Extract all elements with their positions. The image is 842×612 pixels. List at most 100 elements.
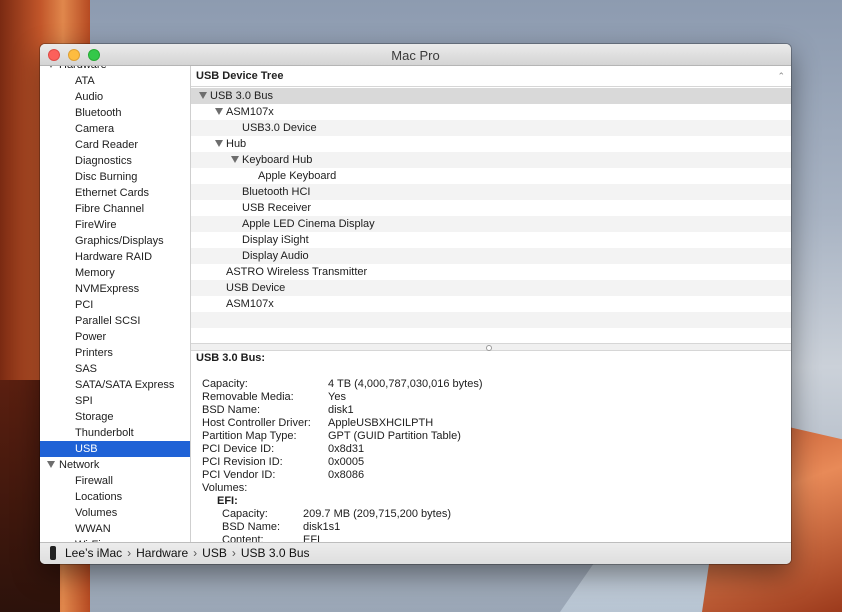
- tree-row-label: Hub: [226, 138, 247, 150]
- tree-row[interactable]: Hub: [191, 136, 791, 152]
- tree-row[interactable]: Keyboard Hub: [191, 152, 791, 168]
- tree-row[interactable]: ASM107x: [191, 296, 791, 312]
- efi-field: Capacity: 209.7 MB (209,715,200 bytes): [222, 508, 622, 521]
- sidebar-item[interactable]: Ethernet Cards: [40, 185, 190, 201]
- status-bar: Lee’s iMac › Hardware › USB › USB 3.0 Bus: [40, 542, 791, 564]
- sidebar-item[interactable]: PCI: [40, 297, 190, 313]
- sidebar-item[interactable]: SAS: [40, 361, 190, 377]
- sidebar-item-label: Ethernet Cards: [75, 187, 149, 199]
- detail-key: Removable Media:: [202, 391, 294, 403]
- tree-rows: USB 3.0 Bus ASM107x USB3.0 Device Hub Keyboa…: [191, 88, 791, 344]
- detail-field: PCI Device ID: 0x8d31: [202, 443, 722, 456]
- efi-field: BSD Name: disk1s1: [222, 521, 622, 534]
- window-title: Mac Pro: [391, 48, 440, 63]
- sidebar-item[interactable]: Bluetooth: [40, 105, 190, 121]
- breadcrumb-item[interactable]: Lee’s iMac: [65, 546, 122, 560]
- breadcrumb-separator-icon: ›: [193, 546, 198, 560]
- sidebar-item[interactable]: Locations: [40, 489, 190, 505]
- sidebar-item-label: Storage: [75, 411, 114, 423]
- sidebar-item[interactable]: Disc Burning: [40, 169, 190, 185]
- tree-row[interactable]: [191, 312, 791, 328]
- sidebar-item[interactable]: Hardware RAID: [40, 249, 190, 265]
- sidebar-item[interactable]: Graphics/Displays: [40, 233, 190, 249]
- sidebar-item-label: Thunderbolt: [75, 427, 134, 439]
- tree-column-header[interactable]: USB Device Tree ⌃: [191, 66, 791, 87]
- sidebar-item[interactable]: WWAN: [40, 521, 190, 537]
- tree-row[interactable]: USB3.0 Device: [191, 120, 791, 136]
- tree-row[interactable]: [191, 328, 791, 344]
- sidebar-item[interactable]: Camera: [40, 121, 190, 137]
- tree-row-label: Keyboard Hub: [242, 154, 313, 166]
- sidebar-item[interactable]: FireWire: [40, 217, 190, 233]
- tree-row[interactable]: Apple Keyboard: [191, 168, 791, 184]
- tree-row[interactable]: USB Receiver: [191, 200, 791, 216]
- tree-row[interactable]: Display Audio: [191, 248, 791, 264]
- system-information-window: Mac Pro Hardware ATA Audio Bluetooth Camera C…: [40, 44, 791, 564]
- sidebar-item[interactable]: Thunderbolt: [40, 425, 190, 441]
- disclosure-triangle-icon[interactable]: [47, 66, 55, 68]
- disclosure-triangle-icon[interactable]: [47, 461, 55, 468]
- sidebar-item-label: NVMExpress: [75, 283, 140, 295]
- sidebar-item[interactable]: Diagnostics: [40, 153, 190, 169]
- detail-field: Removable Media: Yes: [202, 391, 722, 404]
- detail-key: PCI Revision ID:: [202, 456, 283, 468]
- sidebar[interactable]: Hardware ATA Audio Bluetooth Camera Card Read…: [40, 66, 191, 542]
- tree-row-label: USB Receiver: [242, 202, 312, 214]
- tree-row[interactable]: ASM107x: [191, 104, 791, 120]
- sidebar-item[interactable]: SPI: [40, 393, 190, 409]
- sidebar-item[interactable]: Memory: [40, 265, 190, 281]
- detail-field: Capacity: 4 TB (4,000,787,030,016 bytes): [202, 378, 722, 391]
- tree-row-label: Bluetooth HCI: [242, 186, 311, 198]
- sidebar-item[interactable]: Fibre Channel: [40, 201, 190, 217]
- disclosure-triangle-icon[interactable]: [215, 140, 223, 147]
- sidebar-item[interactable]: Volumes: [40, 505, 190, 521]
- breadcrumb-separator-icon: ›: [231, 546, 236, 560]
- tree-row[interactable]: Display iSight: [191, 232, 791, 248]
- sidebar-item-label: PCI: [75, 299, 94, 311]
- pane-splitter[interactable]: [191, 343, 791, 351]
- tree-row-label: Apple Keyboard: [258, 170, 337, 182]
- title-bar[interactable]: Mac Pro: [40, 44, 791, 66]
- tree-row[interactable]: ASTRO Wireless Transmitter: [191, 264, 791, 280]
- sidebar-list: Hardware ATA Audio Bluetooth Camera Card Read…: [40, 66, 190, 542]
- sidebar-item[interactable]: USB: [40, 441, 190, 457]
- detail-key: Capacity:: [202, 378, 248, 390]
- tree-row[interactable]: Bluetooth HCI: [191, 184, 791, 200]
- tree-row[interactable]: Apple LED Cinema Display: [191, 216, 791, 232]
- sidebar-item[interactable]: ATA: [40, 73, 190, 89]
- breadcrumb: Lee’s iMac › Hardware › USB › USB 3.0 Bus: [65, 546, 310, 560]
- sidebar-item-label: Parallel SCSI: [75, 315, 141, 327]
- detail-key: Partition Map Type:: [202, 430, 297, 442]
- sidebar-item[interactable]: Storage: [40, 409, 190, 425]
- sidebar-item-label: Hardware: [59, 66, 107, 71]
- disclosure-triangle-icon[interactable]: [215, 108, 223, 115]
- sidebar-item[interactable]: Parallel SCSI: [40, 313, 190, 329]
- detail-value: 4 TB (4,000,787,030,016 bytes): [328, 378, 483, 390]
- sidebar-item[interactable]: Card Reader: [40, 137, 190, 153]
- sidebar-category[interactable]: Network: [40, 457, 190, 473]
- sidebar-item-label: Network: [59, 459, 100, 471]
- disclosure-triangle-icon[interactable]: [231, 156, 239, 163]
- tree-row[interactable]: USB 3.0 Bus: [191, 88, 791, 104]
- breadcrumb-item[interactable]: USB: [202, 546, 227, 560]
- tree-row-label: USB Device: [226, 282, 286, 294]
- breadcrumb-item[interactable]: Hardware: [136, 546, 188, 560]
- sidebar-item[interactable]: Printers: [40, 345, 190, 361]
- detail-value: Yes: [328, 391, 346, 403]
- breadcrumb-item[interactable]: USB 3.0 Bus: [241, 546, 310, 560]
- sidebar-item[interactable]: Firewall: [40, 473, 190, 489]
- sidebar-item[interactable]: Power: [40, 329, 190, 345]
- disclosure-triangle-icon[interactable]: [199, 92, 207, 99]
- sidebar-item[interactable]: SATA/SATA Express: [40, 377, 190, 393]
- sidebar-item[interactable]: Audio: [40, 89, 190, 105]
- efi-field: Content: EFI: [222, 534, 622, 542]
- detail-field: Host Controller Driver: AppleUSBXHCILPTH: [202, 417, 722, 430]
- sidebar-item[interactable]: NVMExpress: [40, 281, 190, 297]
- sidebar-item-label: SATA/SATA Express: [75, 379, 175, 391]
- volumes-label: Volumes:: [202, 482, 248, 494]
- tree-row[interactable]: USB Device: [191, 280, 791, 296]
- sort-caret-icon[interactable]: ⌃: [777, 66, 785, 86]
- sidebar-item-label: ATA: [75, 75, 95, 87]
- sidebar-category[interactable]: Hardware: [40, 66, 190, 73]
- detail-key: Host Controller Driver:: [202, 417, 311, 429]
